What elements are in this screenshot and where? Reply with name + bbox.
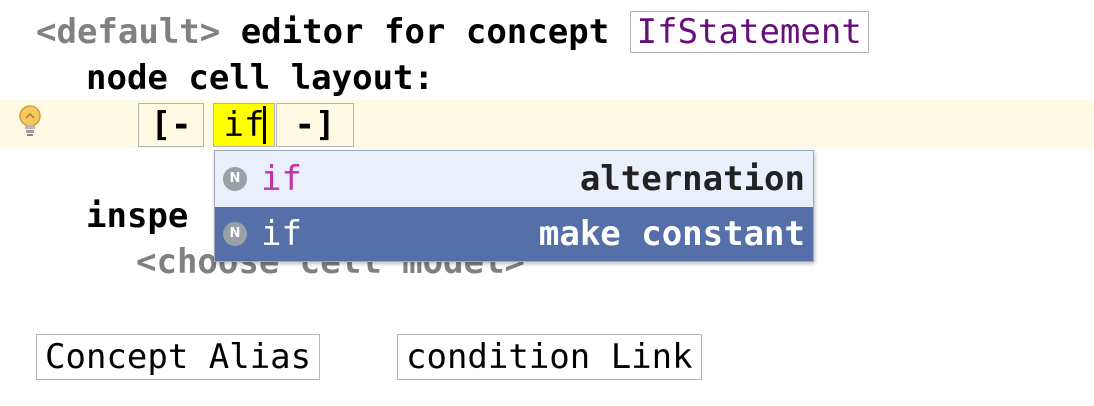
completion-description: alternation — [579, 159, 805, 199]
text-caret — [263, 106, 266, 144]
editor-for-concept-label: editor for concept — [220, 12, 630, 52]
collection-close-cell[interactable]: -] — [276, 103, 354, 147]
concept-alias-cell[interactable]: Concept Alias — [36, 334, 321, 380]
node-icon: N — [223, 222, 247, 246]
inspected-cell-layout-label: inspe — [86, 196, 189, 236]
node-cell-layout-label: node cell layout: — [86, 58, 434, 98]
lightbulb-icon[interactable] — [16, 104, 44, 138]
completion-popup[interactable]: N if alternation N if make constant — [214, 150, 814, 262]
concept-name-cell[interactable]: IfStatement — [629, 11, 869, 53]
completion-match-text: if — [261, 214, 302, 254]
completion-item-alternation[interactable]: N if alternation — [215, 152, 813, 206]
default-label: <default> — [36, 12, 221, 52]
completion-item-make-constant[interactable]: N if make constant — [215, 207, 813, 261]
collection-open-cell[interactable]: [- — [138, 103, 204, 147]
condition-link-cell[interactable]: condition Link — [397, 334, 702, 380]
completion-match-text: if — [261, 159, 302, 199]
completion-description: make constant — [538, 214, 805, 254]
editor-header: <default> editor for concept IfStatement — [36, 10, 869, 54]
node-icon: N — [223, 167, 247, 191]
